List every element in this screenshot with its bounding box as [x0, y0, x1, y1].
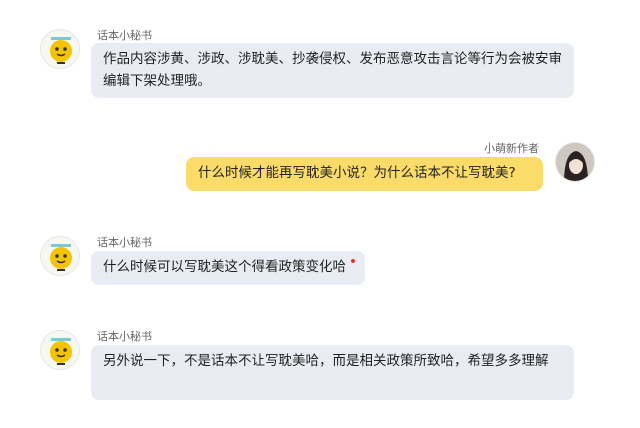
message-bubble[interactable]: 另外说一下，不是话本不让写耽美哈，而是相关政策所致哈，希望多多理解 — [91, 345, 574, 400]
sender-name: 话本小秘书 — [97, 29, 152, 42]
sender-name: 小萌新作者 — [484, 142, 539, 155]
message-text: 作品内容涉黄、涉政、涉耽美、抄袭侵权、发布恶意攻击言论等行为会被安审编辑下架处理… — [103, 51, 562, 89]
emoji-mascot-icon — [50, 37, 72, 64]
message-bubble[interactable]: 什么时候可以写耽美这个得看政策变化哈 — [91, 251, 365, 285]
bot-avatar[interactable] — [40, 29, 80, 69]
bot-avatar[interactable] — [40, 236, 80, 276]
message-text: 什么时候才能再写耽美小说？为什么话本不让写耽美? — [198, 165, 516, 181]
message-bubble[interactable]: 作品内容涉黄、涉政、涉耽美、抄袭侵权、发布恶意攻击言论等行为会被安审编辑下架处理… — [91, 43, 574, 98]
user-portrait-icon — [556, 143, 594, 181]
sender-name: 话本小秘书 — [97, 236, 152, 249]
emoji-mascot-icon — [50, 244, 72, 271]
emoji-mascot-icon — [50, 338, 72, 365]
user-avatar[interactable] — [555, 142, 595, 182]
sender-name: 话本小秘书 — [97, 330, 152, 343]
message-bubble[interactable]: 什么时候才能再写耽美小说？为什么话本不让写耽美? — [186, 157, 543, 191]
message-text: 什么时候可以写耽美这个得看政策变化哈 — [103, 259, 346, 275]
unread-dot — [351, 259, 355, 263]
message-text: 另外说一下，不是话本不让写耽美哈，而是相关政策所致哈，希望多多理解 — [103, 353, 549, 369]
bot-avatar[interactable] — [40, 330, 80, 370]
